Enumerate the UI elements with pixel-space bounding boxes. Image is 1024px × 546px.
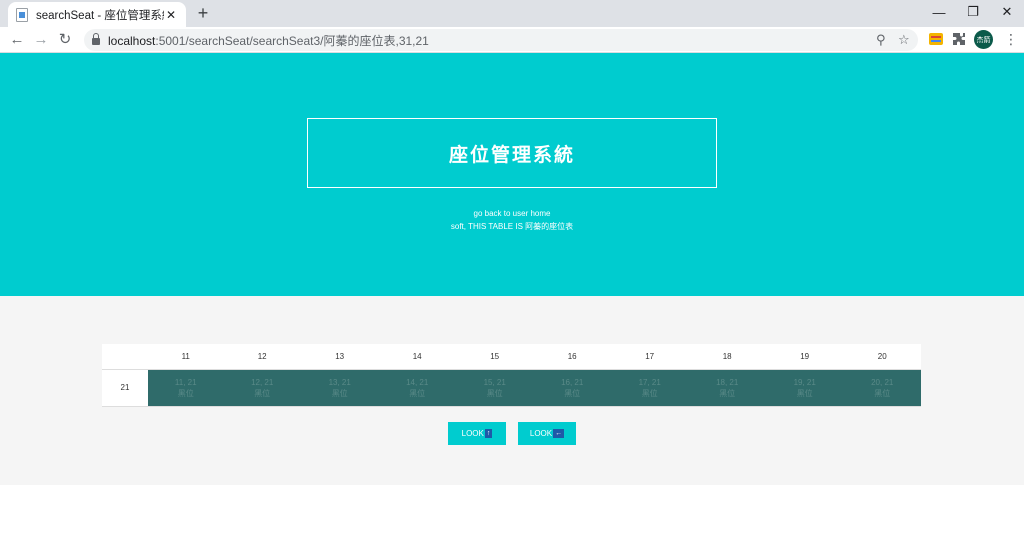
seat-status: 黑位 <box>254 388 271 398</box>
browser-tab[interactable]: searchSeat - 座位管理系統 ✕ <box>8 2 186 27</box>
row-header: 21 <box>102 369 148 407</box>
address-bar[interactable]: localhost:5001/searchSeat/searchSeat3/阿蓁… <box>84 29 918 51</box>
seat-table: 11 12 13 14 15 16 17 18 19 20 21 11, 21 黑… <box>102 344 921 407</box>
look-up-button[interactable]: LOOK ↑ <box>448 422 506 445</box>
seat-coord: 18, 21 <box>716 377 739 387</box>
arrow-up-icon: ↑ <box>484 429 493 438</box>
column-header-row: 11 12 13 14 15 16 17 18 19 20 <box>102 344 921 370</box>
profile-avatar[interactable]: 杰箭 <box>974 30 993 49</box>
table-row: 21 11, 21 黑位 12, 21 黑位 13, 21 黑位 14, 21 黑位 1… <box>102 369 921 407</box>
seat-cell[interactable]: 11, 21 黑位 <box>148 369 224 407</box>
seat-cell[interactable]: 14, 21 黑位 <box>378 369 456 407</box>
extension-icon[interactable] <box>928 31 944 47</box>
url-text: localhost:5001/searchSeat/searchSeat3/阿蓁… <box>108 33 429 48</box>
hero-banner: 座位管理系統 go back to user home soft, THIS T… <box>0 53 1024 296</box>
new-tab-button[interactable]: + <box>194 3 212 24</box>
tab-title: searchSeat - 座位管理系統 <box>36 9 164 22</box>
seat-cell[interactable]: 17, 21 黑位 <box>610 369 689 407</box>
back-button[interactable]: ← <box>8 31 26 49</box>
seat-cell[interactable]: 18, 21 黑位 <box>688 369 766 407</box>
seat-cell[interactable]: 20, 21 黑位 <box>843 369 921 407</box>
seat-status: 黑位 <box>719 388 736 398</box>
seat-status: 黑位 <box>177 388 194 398</box>
zoom-icon[interactable]: ⚲ <box>876 32 886 48</box>
seat-coord: 11, 21 <box>174 377 197 387</box>
seat-cell[interactable]: 19, 21 黑位 <box>765 369 844 407</box>
column-header: 13 <box>300 344 379 370</box>
look-left-button[interactable]: LOOK ← <box>518 422 576 445</box>
tab-close-icon[interactable]: ✕ <box>164 8 178 22</box>
look-buttons: LOOK ↑ LOOK ← <box>0 422 1024 445</box>
column-header: 15 <box>455 344 534 370</box>
seat-cell[interactable]: 12, 21 黑位 <box>223 369 301 407</box>
seat-cell[interactable]: 16, 21 黑位 <box>533 369 611 407</box>
lock-icon <box>92 33 100 45</box>
table-description: soft, THIS TABLE IS 阿蓁的座位表 <box>450 222 574 231</box>
bookmark-star-icon[interactable]: ☆ <box>898 32 910 48</box>
seat-status: 黑位 <box>331 388 348 398</box>
page-favicon-icon <box>16 7 28 22</box>
column-header: 20 <box>843 344 921 370</box>
seat-status: 黑位 <box>874 388 891 398</box>
seat-status: 黑位 <box>641 388 658 398</box>
seat-cell[interactable]: 13, 21 黑位 <box>300 369 379 407</box>
restore-button[interactable]: ❐ <box>956 0 990 24</box>
extensions-puzzle-icon[interactable] <box>951 31 967 47</box>
seat-status: 黑位 <box>564 388 581 398</box>
browser-toolbar: ← → ↻ localhost:5001/searchSeat/searchSe… <box>0 27 1024 53</box>
tab-strip: searchSeat - 座位管理系統 ✕ + — ❐ ✕ <box>0 0 1024 27</box>
column-header: 14 <box>378 344 456 370</box>
seat-coord: 15, 21 <box>483 377 506 387</box>
browser-menu-icon[interactable]: ⋮ <box>1004 31 1018 48</box>
seat-coord: 20, 21 <box>871 377 894 387</box>
column-header: 11 <box>148 344 224 370</box>
reload-button[interactable]: ↻ <box>56 31 74 49</box>
page-title: 座位管理系統 <box>448 144 575 166</box>
forward-button[interactable]: → <box>32 31 50 49</box>
close-window-button[interactable]: ✕ <box>990 0 1024 24</box>
column-header: 19 <box>765 344 844 370</box>
look-left-label: LOOK <box>529 429 553 438</box>
seat-coord: 17, 21 <box>638 377 661 387</box>
look-up-label: LOOK <box>461 429 484 438</box>
column-header: 18 <box>688 344 766 370</box>
column-header: 12 <box>223 344 301 370</box>
seat-status: 黑位 <box>486 388 503 398</box>
page-footer <box>0 485 1024 546</box>
seat-coord: 12, 21 <box>251 377 274 387</box>
seat-coord: 14, 21 <box>406 377 429 387</box>
seat-cell[interactable]: 15, 21 黑位 <box>455 369 534 407</box>
seat-content: 11 12 13 14 15 16 17 18 19 20 21 11, 21 黑… <box>0 296 1024 485</box>
title-box: 座位管理系統 <box>307 118 717 188</box>
corner-cell <box>102 344 148 370</box>
column-header: 17 <box>610 344 689 370</box>
user-home-link[interactable]: go back to user home <box>0 209 1024 218</box>
seat-status: 黑位 <box>409 388 426 398</box>
seat-coord: 16, 21 <box>561 377 584 387</box>
minimize-button[interactable]: — <box>922 0 956 24</box>
seat-coord: 19, 21 <box>793 377 816 387</box>
arrow-left-icon: ← <box>553 429 565 438</box>
seat-coord: 13, 21 <box>328 377 351 387</box>
seat-status: 黑位 <box>796 388 813 398</box>
column-header: 16 <box>533 344 611 370</box>
